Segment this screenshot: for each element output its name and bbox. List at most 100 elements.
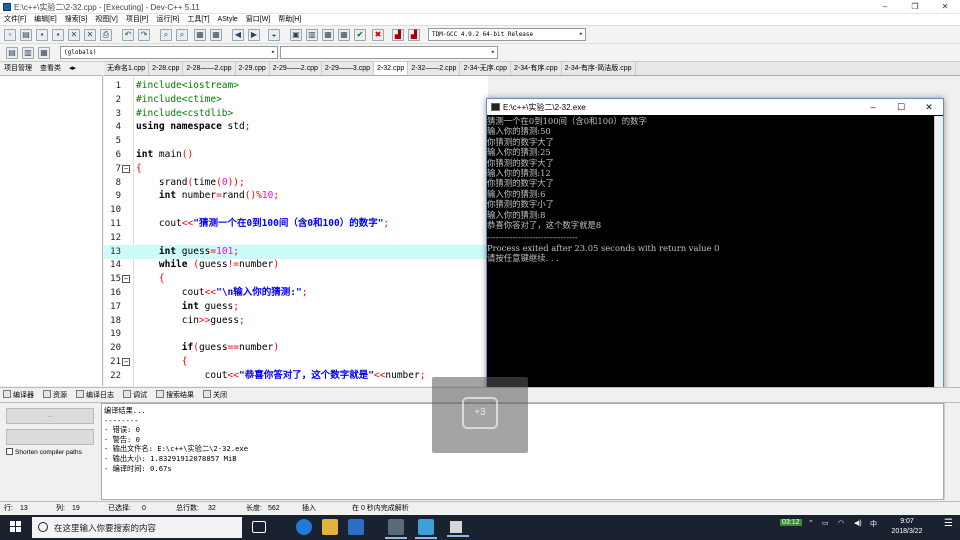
menu-help[interactable]: 帮助[H] [274, 14, 305, 26]
file-tab[interactable]: 2-29——2.cpp [270, 62, 322, 75]
toggle-comment-icon[interactable]: ◒ [268, 29, 280, 41]
console-close-button[interactable]: ✕ [915, 99, 943, 115]
open-project-icon[interactable]: ▥ [306, 29, 318, 41]
menu-tools[interactable]: 工具[T] [183, 14, 213, 26]
code-line[interactable]: 16 cout<<"\n输入你的猜测:"; [104, 286, 488, 300]
menu-window[interactable]: 窗口[W] [242, 14, 275, 26]
code-line[interactable]: 7−{ [104, 162, 488, 176]
redo-icon[interactable]: ↷ [138, 29, 150, 41]
compile-icon[interactable]: ▦ [322, 29, 334, 41]
code-line[interactable]: 15− { [104, 272, 488, 286]
new-file-icon[interactable]: ▫ [4, 29, 16, 41]
goto-icon[interactable]: ▦ [194, 29, 206, 41]
code-line[interactable]: 1 #include<iostream> [104, 79, 488, 93]
insert-icon[interactable]: ▥ [22, 47, 34, 59]
tray-volume-icon[interactable]: ◀) [854, 519, 862, 527]
menu-edit[interactable]: 编辑[E] [30, 14, 61, 26]
tray-network-icon[interactable]: ▭ [822, 519, 829, 527]
restore-button[interactable]: ❐ [900, 0, 930, 14]
taskbar-clock[interactable]: 9:07 2018/3/22 [882, 517, 932, 537]
shorten-paths-checkbox[interactable] [6, 448, 13, 455]
run-icon[interactable]: ▦ [338, 29, 350, 41]
compiler-select[interactable]: TDM-GCC 4.9.2 64-bit Release ▾ [428, 28, 586, 41]
code-line[interactable]: 11 cout<<"猜测一个在0到100间（含0和100）的数字"; [104, 217, 488, 231]
save-all-icon[interactable]: ▪ [52, 29, 64, 41]
tab-compiler[interactable]: 编译器 [0, 388, 37, 403]
log-scrollbar[interactable] [944, 403, 960, 500]
undo-icon[interactable]: ↶ [122, 29, 134, 41]
fold-toggle-icon[interactable]: − [122, 164, 130, 173]
file-tab[interactable]: 2-29——3.cpp [322, 62, 375, 75]
fold-toggle-icon[interactable]: − [122, 358, 130, 366]
close-button[interactable]: ✕ [930, 0, 960, 14]
menu-file[interactable]: 文件[F] [0, 14, 30, 26]
menu-project[interactable]: 项目[P] [122, 14, 153, 26]
code-line[interactable]: 12 [104, 231, 488, 245]
edge-icon[interactable] [296, 519, 312, 535]
abort-compile-button[interactable]: ... [6, 408, 94, 424]
secondary-button[interactable] [6, 429, 94, 445]
console-maximize-button[interactable]: ☐ [887, 99, 915, 115]
save-icon[interactable]: ▪ [36, 29, 48, 41]
file-tab[interactable]: 2-32——2.cpp [408, 62, 461, 75]
class-browser-icon[interactable]: ▤ [6, 47, 18, 59]
code-line[interactable]: 22 cout<<"恭喜你答对了，这个数字就是"<<number; [104, 369, 488, 383]
bookmark-icon[interactable]: ▦ [210, 29, 222, 41]
indent-right-icon[interactable]: ▶ [248, 29, 260, 41]
code-line[interactable]: 19 [104, 327, 488, 341]
menu-search[interactable]: 搜索[S] [61, 14, 92, 26]
menu-astyle[interactable]: AStyle [214, 14, 242, 26]
code-line[interactable]: 10 [104, 203, 488, 217]
code-line[interactable]: 17 int guess; [104, 300, 488, 314]
file-tab[interactable]: 2-32.cpp [374, 62, 409, 75]
profile-icon[interactable]: ▟ [408, 29, 420, 41]
file-tab[interactable]: 2-28.cpp [149, 62, 184, 75]
tab-search-results[interactable]: 搜索结果 [153, 388, 197, 403]
console-scrollbar[interactable] [934, 116, 943, 416]
print-icon[interactable]: ⎙ [100, 29, 112, 41]
code-line[interactable]: 21− { [104, 355, 488, 369]
code-line[interactable]: 14 while (guess!=number) [104, 258, 488, 272]
tray-badge[interactable]: 03:12 [780, 519, 802, 526]
code-line[interactable]: 13 int guess=101; [104, 244, 488, 259]
code-line[interactable]: 9 int number=rand()%10; [104, 189, 488, 203]
tray-up-icon[interactable]: ⌃ [808, 519, 814, 527]
check-icon[interactable]: ✔ [354, 29, 366, 41]
code-line[interactable]: 18 cin>>guess; [104, 314, 488, 328]
close-file-icon[interactable]: ✕ [68, 29, 80, 41]
taskbar-search[interactable]: 在这里输入你要搜索的内容 [32, 517, 242, 538]
menu-run[interactable]: 运行[R] [152, 14, 183, 26]
tab-nav-arrows[interactable]: ◂▸ [65, 62, 80, 76]
toggle-icon[interactable]: ▦ [38, 47, 50, 59]
store-icon[interactable] [348, 519, 364, 535]
code-editor[interactable]: 1 #include<iostream> 2 #include<ctime> 3 #inc… [104, 76, 488, 386]
tab-close[interactable]: 关闭 [200, 388, 230, 403]
member-select[interactable]: ▾ [280, 46, 498, 59]
action-center-icon[interactable]: ☰ [944, 518, 953, 529]
tab-project[interactable]: 项目管理 [0, 62, 36, 76]
scope-select[interactable]: (globals) ▾ [60, 46, 278, 59]
tab-resources[interactable]: 资源 [40, 388, 70, 403]
code-line[interactable]: 3 #include<cstdlib> [104, 107, 488, 121]
screenshot-overlay[interactable]: +3 [432, 377, 528, 453]
shorten-paths-option[interactable]: Shorten compiler paths [6, 448, 82, 456]
console-window[interactable]: E:\c++\实验二\2-32.exe – ☐ ✕ 猜测一个在0到100间（含0… [486, 98, 944, 416]
find-icon[interactable]: ⌕ [160, 29, 172, 41]
code-line[interactable]: 6 int main() [104, 148, 488, 162]
windows-start-icon[interactable] [10, 521, 22, 533]
fold-toggle-icon[interactable]: − [122, 275, 130, 284]
tray-wifi-icon[interactable]: ◠ [838, 519, 844, 527]
code-line[interactable]: 20 if(guess==number) [104, 341, 488, 355]
code-line[interactable]: 4 using namespace std; [104, 120, 488, 134]
code-line[interactable]: 2 #include<ctime> [104, 93, 488, 107]
stop-icon[interactable]: ✖ [372, 29, 384, 41]
tab-compile-log[interactable]: 编译日志 [73, 388, 117, 403]
file-explorer-icon[interactable] [322, 519, 338, 535]
tray-ime[interactable]: 中 [870, 519, 877, 529]
chart-icon[interactable]: ▟ [392, 29, 404, 41]
close-all-icon[interactable]: ✕ [84, 29, 96, 41]
devcpp-task-icon[interactable] [385, 519, 407, 539]
code-line[interactable]: 8 srand(time(0)); [104, 176, 488, 190]
menu-view[interactable]: 视图[V] [91, 14, 122, 26]
minimize-button[interactable]: – [870, 0, 900, 14]
